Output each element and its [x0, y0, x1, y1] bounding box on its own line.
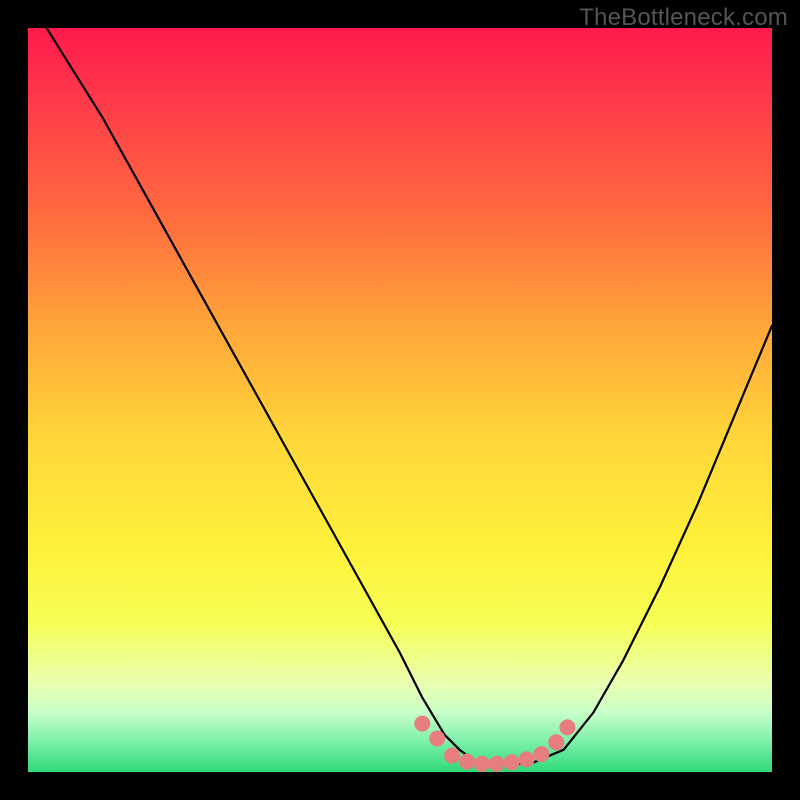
valley-dot [459, 754, 475, 770]
chart-frame: TheBottleneck.com [0, 0, 800, 800]
valley-dot [519, 751, 535, 767]
valley-dot [414, 716, 430, 732]
plot-area [28, 28, 772, 772]
valley-dot [548, 734, 564, 750]
valley-dot [444, 748, 460, 764]
valley-dot [429, 731, 445, 747]
valley-dot [474, 756, 490, 772]
valley-dot [489, 756, 505, 772]
valley-dot [504, 754, 520, 770]
curve-layer [28, 28, 772, 772]
valley-dot [533, 746, 549, 762]
valley-dot [559, 719, 575, 735]
bottleneck-curve [28, 28, 772, 765]
